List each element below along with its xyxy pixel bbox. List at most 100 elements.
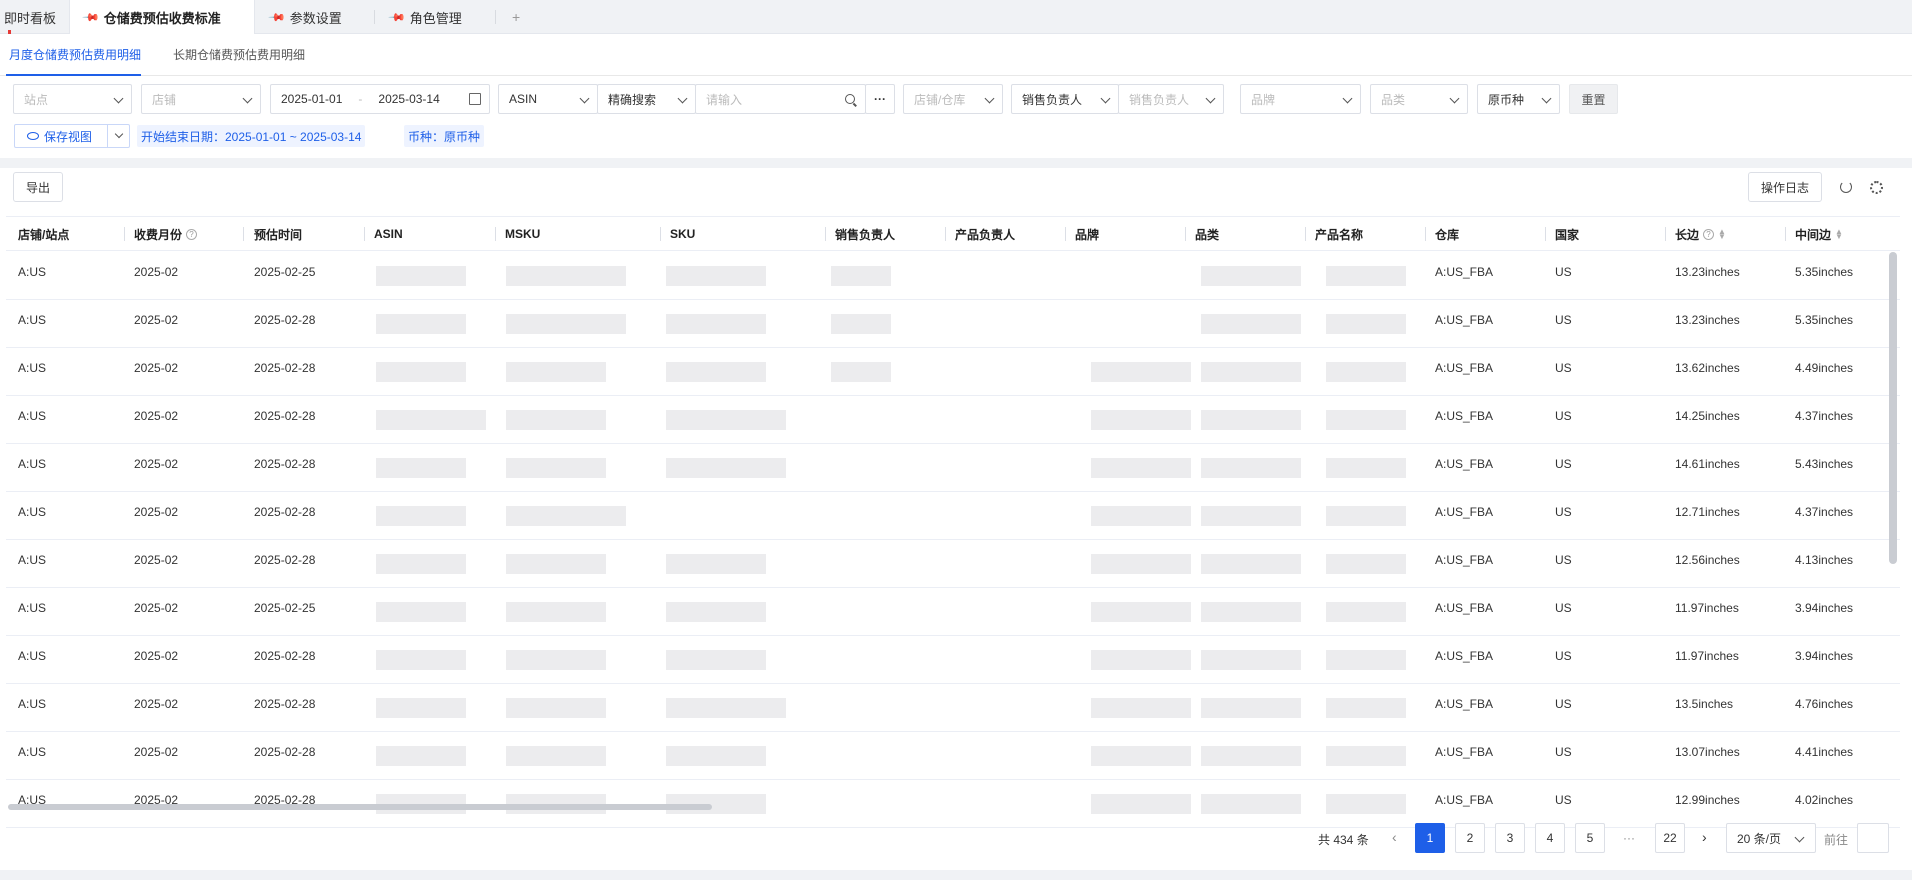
gear-icon[interactable] xyxy=(1864,175,1888,199)
refresh-icon[interactable] xyxy=(1834,175,1858,199)
redacted-cell xyxy=(666,266,766,286)
table-row[interactable]: A:US 2025-02 2025-02-28 A:US_FBA US 12.56inch… xyxy=(6,540,1900,588)
chevron-down-icon xyxy=(1205,93,1216,104)
tab-dashboard[interactable]: 即时看板 xyxy=(4,0,56,34)
col-product-owner[interactable]: 产品负责人 xyxy=(943,217,1015,251)
redacted-cell xyxy=(506,362,606,382)
col-category[interactable]: 品类 xyxy=(1183,217,1219,251)
redacted-cell xyxy=(1091,698,1191,718)
cell-month: 2025-02 xyxy=(134,745,179,759)
page-1[interactable]: 1 xyxy=(1415,823,1445,853)
cell-shop: A:US xyxy=(18,409,47,423)
cell-country: US xyxy=(1555,697,1572,711)
site-select[interactable]: 站点 xyxy=(13,84,132,114)
redacted-cell xyxy=(1326,314,1406,334)
col-sales-owner[interactable]: 销售负责人 xyxy=(823,217,895,251)
save-view-dropdown[interactable] xyxy=(107,125,129,147)
cell-mid-side: 3.94inches xyxy=(1795,601,1854,615)
date-range-picker[interactable]: 2025-01-01 - 2025-03-14 xyxy=(270,84,490,114)
category-select[interactable]: 品类 xyxy=(1370,84,1468,114)
pin-icon: 📌 xyxy=(267,8,286,27)
currency-filter-tag: 币种：原币种 xyxy=(404,125,485,147)
col-estimate-time[interactable]: 预估时间 xyxy=(242,217,302,251)
subtab-long-term-fee[interactable]: 长期仓储费预估费用明细 xyxy=(173,46,305,63)
table-row[interactable]: A:US 2025-02 2025-02-28 A:US_FBA US 14.25inch… xyxy=(6,396,1900,444)
shop-warehouse-select[interactable]: 店铺/仓库 xyxy=(903,84,1003,114)
id-type-select[interactable]: ASIN xyxy=(498,84,598,114)
horizontal-scrollbar-thumb[interactable] xyxy=(8,804,712,810)
sales-owner-type-select[interactable]: 销售负责人 xyxy=(1011,84,1119,114)
page-ellipsis[interactable]: ··· xyxy=(1623,831,1635,845)
page-2[interactable]: 2 xyxy=(1455,823,1485,853)
col-shop-site[interactable]: 店铺/站点 xyxy=(6,217,69,251)
col-long-side[interactable]: 长边? ▲ ▼ xyxy=(1663,217,1726,251)
reset-button[interactable]: 重置 xyxy=(1569,84,1618,114)
page-5[interactable]: 5 xyxy=(1575,823,1605,853)
operation-log-button[interactable]: 操作日志 xyxy=(1748,172,1822,202)
currency-select[interactable]: 原币种 xyxy=(1477,84,1560,114)
cell-month: 2025-02 xyxy=(134,649,179,663)
cell-shop: A:US xyxy=(18,457,47,471)
col-mid-side[interactable]: 中间边 ▲ ▼ xyxy=(1783,217,1843,251)
col-asin[interactable]: ASIN xyxy=(362,217,403,251)
vertical-scrollbar-thumb[interactable] xyxy=(1889,252,1897,564)
table-row[interactable]: A:US 2025-02 2025-02-28 A:US_FBA US 13.23inch… xyxy=(6,300,1900,348)
cell-warehouse: A:US_FBA xyxy=(1435,697,1494,711)
tab-parameter-settings[interactable]: 📌 参数设置 xyxy=(267,0,341,34)
sales-owner-select[interactable]: 销售负责人 xyxy=(1118,84,1224,114)
search-input[interactable]: 请输入 xyxy=(695,84,866,114)
redacted-cell xyxy=(506,650,606,670)
calendar-icon xyxy=(469,93,481,105)
table-row[interactable]: A:US 2025-02 2025-02-28 A:US_FBA US 13.07inch… xyxy=(6,732,1900,780)
shop-select[interactable]: 店铺 xyxy=(141,84,261,114)
table-row[interactable]: A:US 2025-02 2025-02-28 A:US_FBA US 14.61inch… xyxy=(6,444,1900,492)
goto-page-input[interactable] xyxy=(1857,823,1889,853)
redacted-cell xyxy=(376,554,466,574)
col-product-name[interactable]: 产品名称 xyxy=(1303,217,1363,251)
cell-country: US xyxy=(1555,457,1572,471)
sort-icon[interactable]: ▲ ▼ xyxy=(1718,228,1726,241)
redacted-cell xyxy=(376,458,466,478)
chevron-down-icon xyxy=(677,93,688,104)
brand-select[interactable]: 品牌 xyxy=(1240,84,1361,114)
col-brand[interactable]: 品牌 xyxy=(1063,217,1099,251)
tab-divider xyxy=(374,10,375,24)
page-last[interactable]: 22 xyxy=(1655,823,1685,853)
page-size-select[interactable]: 20 条/页 xyxy=(1726,823,1816,853)
redacted-cell xyxy=(666,314,766,334)
tab-storage-fee-standard[interactable]: 📌 仓储费预估收费标准 xyxy=(69,0,255,35)
table-row[interactable]: A:US 2025-02 2025-02-28 A:US_FBA US 13.5inche… xyxy=(6,684,1900,732)
subtab-monthly-fee[interactable]: 月度仓储费预估费用明细 xyxy=(9,46,141,63)
col-charge-month[interactable]: 收费月份? xyxy=(122,217,198,251)
cell-warehouse: A:US_FBA xyxy=(1435,745,1494,759)
chevron-down-icon xyxy=(1794,832,1805,843)
tab-role-management[interactable]: 📌 角色管理 xyxy=(387,0,461,34)
match-mode-select[interactable]: 精确搜索 xyxy=(597,84,696,114)
col-warehouse[interactable]: 仓库 xyxy=(1423,217,1459,251)
col-msku[interactable]: MSKU xyxy=(493,217,540,251)
table-row[interactable]: A:US 2025-02 2025-02-28 A:US_FBA US 13.62inch… xyxy=(6,348,1900,396)
table-row[interactable]: A:US 2025-02 2025-02-28 A:US_FBA US 11.97inch… xyxy=(6,636,1900,684)
page-4[interactable]: 4 xyxy=(1535,823,1565,853)
col-country[interactable]: 国家 xyxy=(1543,217,1579,251)
save-view-button[interactable]: 保存视图 xyxy=(14,124,130,148)
table-header: 店铺/站点 收费月份? 预估时间 ASIN MSKU SKU 销售负责人 产品负… xyxy=(6,217,1900,251)
add-tab-button[interactable]: + xyxy=(512,0,520,34)
table-row[interactable]: A:US 2025-02 2025-02-28 A:US_FBA US 12.71inch… xyxy=(6,492,1900,540)
horizontal-scrollbar[interactable] xyxy=(6,803,1900,811)
page-3[interactable]: 3 xyxy=(1495,823,1525,853)
next-page-button[interactable]: › xyxy=(1702,829,1707,845)
cell-mid-side: 3.94inches xyxy=(1795,649,1854,663)
col-sku[interactable]: SKU xyxy=(658,217,695,251)
more-options-button[interactable]: ··· xyxy=(865,84,895,114)
redacted-cell xyxy=(506,314,626,334)
cell-date: 2025-02-28 xyxy=(254,505,316,519)
sort-icon[interactable]: ▲ ▼ xyxy=(1835,228,1843,241)
table-row[interactable]: A:US 2025-02 2025-02-25 A:US_FBA US 13.23inch… xyxy=(6,252,1900,300)
table-row[interactable]: A:US 2025-02 2025-02-25 A:US_FBA US 11.97inch… xyxy=(6,588,1900,636)
prev-page-button[interactable]: ‹ xyxy=(1392,829,1397,845)
redacted-cell xyxy=(666,410,786,430)
cell-long-side: 13.5inches xyxy=(1675,697,1734,711)
export-button[interactable]: 导出 xyxy=(13,172,63,202)
cell-shop: A:US xyxy=(18,313,47,327)
